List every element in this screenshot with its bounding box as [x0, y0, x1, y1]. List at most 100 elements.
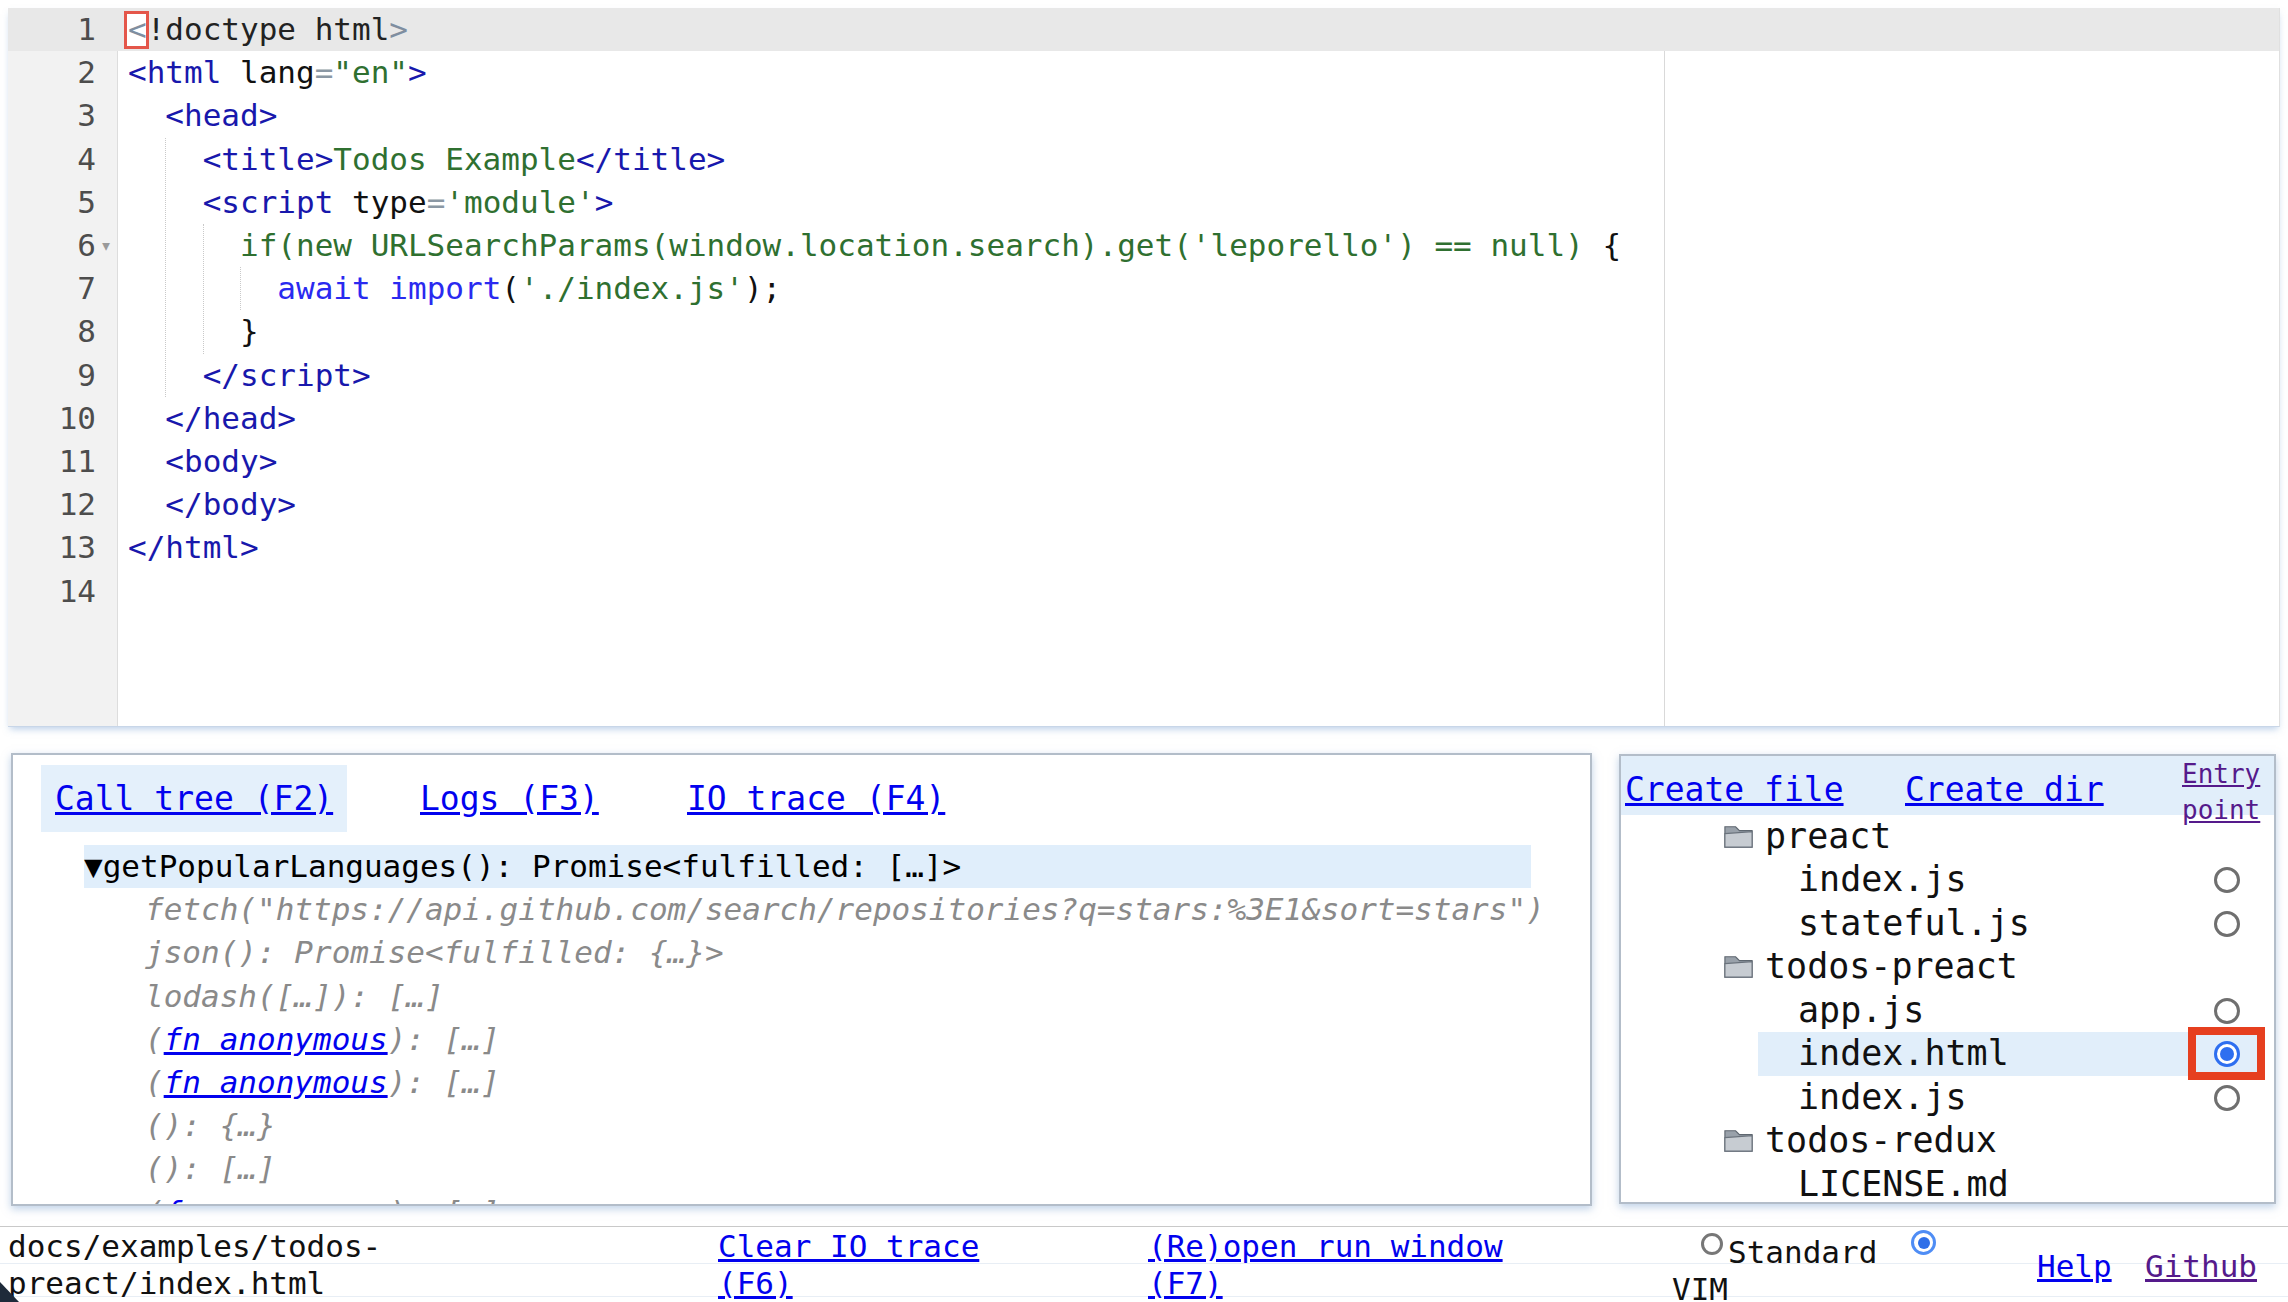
file-row-stateful.js[interactable]: stateful.js — [1621, 902, 2274, 945]
code-token: "en" — [333, 54, 408, 90]
code-line[interactable]: </html> — [128, 526, 259, 569]
function-link[interactable]: fn anonymous — [164, 1064, 388, 1100]
folder-row-preact[interactable]: preact — [1621, 815, 2274, 858]
call-tree-row[interactable]: (): {…} — [145, 1104, 276, 1147]
code-line[interactable]: </body> — [128, 483, 296, 526]
entry-point-radio-stateful.js[interactable] — [2214, 911, 2240, 937]
file-name: index.html — [1798, 1032, 2009, 1075]
code-line[interactable]: } — [128, 310, 259, 353]
code-token: = — [427, 184, 446, 220]
code-token: await — [277, 270, 370, 306]
code-token: <title> — [203, 141, 334, 177]
line-number: 9 — [8, 354, 118, 397]
code-line[interactable]: <html lang="en"> — [128, 51, 427, 94]
call-tree-row[interactable]: (fn anonymous): […] — [145, 1191, 500, 1206]
code-token: < — [128, 11, 147, 47]
code-token — [128, 184, 203, 220]
call-tree-panel: Call tree (F2) Logs (F3) IO trace (F4) ▼ge… — [11, 753, 1592, 1206]
entry-point-radio-index.js[interactable] — [2214, 1085, 2240, 1111]
folder-row-todos-preact[interactable]: todos-preact — [1621, 945, 2274, 988]
folder-row-todos-redux[interactable]: todos-redux — [1621, 1119, 2274, 1162]
tab-call-tree-f2[interactable]: Call tree (F2) — [41, 765, 347, 832]
call-text: (): {…} — [145, 1107, 276, 1143]
line-number: 12 — [8, 483, 118, 526]
call-tree-row[interactable]: fetch("https://api.github.com/search/rep… — [145, 888, 1545, 931]
function-link[interactable]: fn anonymous — [164, 1194, 388, 1206]
code-token: !doctype html — [147, 11, 390, 47]
line-number: 11 — [8, 440, 118, 483]
code-token — [128, 141, 203, 177]
line-number: 1 — [8, 8, 118, 51]
call-tree-row[interactable]: ▼getPopularLanguages(): Promise<fulfille… — [84, 845, 1531, 888]
cursor-artifact — [0, 1280, 24, 1302]
keyboard-mode-standard-label[interactable]: Standard — [1728, 1234, 1877, 1270]
call-text: ): […] — [388, 1064, 500, 1100]
code-line[interactable]: <!doctype html> — [128, 8, 408, 51]
function-link[interactable]: fn anonymous — [164, 1021, 388, 1057]
call-tree-row[interactable]: json(): Promise<fulfilled: {…}> — [145, 931, 724, 974]
keyboard-mode-standard-radio[interactable] — [1701, 1233, 1723, 1255]
code-token: = — [315, 54, 334, 90]
code-line[interactable]: if(new URLSearchParams(window.location.s… — [128, 224, 1621, 267]
code-token — [128, 400, 165, 436]
code-token — [128, 227, 240, 263]
code-token: <script — [203, 184, 334, 220]
entry-point-radio-index.js[interactable] — [2214, 867, 2240, 893]
code-token: > — [595, 184, 614, 220]
call-text: ): […] — [388, 1194, 500, 1206]
file-name: index.js — [1798, 1076, 1967, 1119]
keyboard-mode-vim-label[interactable]: VIM — [1672, 1271, 1728, 1302]
call-text: ): […] — [388, 1021, 500, 1057]
code-token — [128, 97, 165, 133]
file-row-LICENSE.md[interactable]: LICENSE.md — [1621, 1163, 2274, 1204]
code-token: './index.js' — [520, 270, 744, 306]
tab-logs-f3[interactable]: Logs (F3) — [420, 779, 599, 818]
call-text: lodash([…]): […] — [145, 978, 444, 1014]
code-token: > — [389, 11, 408, 47]
code-token — [128, 313, 240, 349]
line-number: 6▾ — [8, 224, 118, 267]
file-row-app.js[interactable]: app.js — [1621, 989, 2274, 1032]
entry-point-radio-app.js[interactable] — [2214, 998, 2240, 1024]
code-token: <html — [128, 54, 221, 90]
reopen-run-window-link[interactable]: (Re)open run window (F7) — [1148, 1228, 1528, 1302]
code-token: <head> — [165, 97, 277, 133]
keyboard-mode-vim-radio[interactable] — [1911, 1230, 1936, 1255]
code-line[interactable]: <body> — [128, 440, 277, 483]
clear-io-trace-link[interactable]: Clear IO trace (F6) — [718, 1228, 1018, 1302]
line-number: 8 — [8, 310, 118, 353]
tab-io-trace-f4[interactable]: IO trace (F4) — [687, 779, 945, 818]
call-tree-row[interactable]: (fn anonymous): […] — [145, 1018, 500, 1061]
code-token: import — [389, 270, 501, 306]
code-token: if(new URLSearchParams(window.location.s… — [240, 227, 1602, 263]
code-token: </html> — [128, 529, 259, 565]
code-line[interactable]: </script> — [128, 354, 371, 397]
file-row-index.js[interactable]: index.js — [1621, 1076, 2274, 1119]
code-line[interactable]: <title>Todos Example</title> — [128, 138, 725, 181]
call-text: ( — [145, 1194, 164, 1206]
create-file-link[interactable]: Create file — [1625, 770, 1844, 809]
file-row-index.js[interactable]: index.js — [1621, 858, 2274, 901]
call-tree-row[interactable]: (fn anonymous): […] — [145, 1061, 500, 1104]
code-line[interactable]: <head> — [128, 94, 277, 137]
create-dir-link[interactable]: Create dir — [1905, 770, 2104, 809]
current-file-path: docs/examples/todos-preact/index.html — [8, 1228, 386, 1302]
code-token — [128, 270, 277, 306]
call-tree-row[interactable]: (): […] — [145, 1147, 276, 1190]
folder-icon — [1722, 950, 1755, 981]
code-token: lang — [221, 54, 314, 90]
file-row-index.html[interactable]: index.html — [1621, 1032, 2274, 1075]
folder-icon — [1722, 1124, 1755, 1155]
help-link[interactable]: Help — [2037, 1248, 2112, 1285]
call-tree-row[interactable]: lodash([…]): […] — [145, 975, 444, 1018]
code-editor[interactable]: 123456▾7891011121314 <!doctype html><htm… — [8, 8, 2280, 727]
github-link[interactable]: Github — [2145, 1248, 2257, 1285]
code-line[interactable]: <script type='module'> — [128, 181, 613, 224]
code-token: ( — [501, 270, 520, 306]
code-token: Todos Example — [333, 141, 576, 177]
code-token: } — [240, 313, 259, 349]
fold-arrow-icon[interactable]: ▾ — [100, 224, 112, 267]
code-line[interactable]: </head> — [128, 397, 296, 440]
call-text: (): […] — [145, 1150, 276, 1186]
code-line[interactable]: await import('./index.js'); — [128, 267, 781, 310]
